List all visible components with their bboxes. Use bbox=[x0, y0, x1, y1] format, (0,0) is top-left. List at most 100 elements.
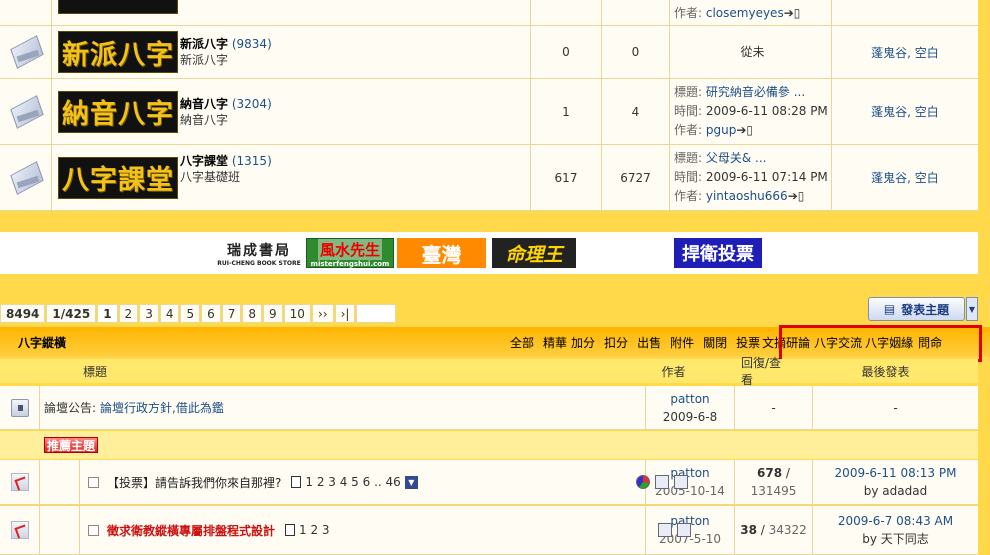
forum-logo[interactable]: 新派八字 bbox=[58, 31, 178, 73]
pager-page-link[interactable]: 10 bbox=[283, 304, 311, 323]
last-post-time[interactable]: 2009-6-11 08:13 PM bbox=[835, 464, 957, 482]
last-post-never: 從未 bbox=[740, 44, 765, 59]
col-title: 標題 bbox=[82, 364, 107, 379]
forum-row: 新派八字 新派八字 (9834) 新派八字 0 0 從未 蓬鬼谷, 空白 bbox=[0, 26, 978, 79]
attachment-icon bbox=[658, 523, 672, 537]
goto-last-icon[interactable]: ➔▯ bbox=[736, 123, 753, 137]
pager-goto-input[interactable] bbox=[356, 304, 397, 323]
poll-icon bbox=[636, 475, 650, 489]
thread-title-link[interactable]: 徵求衛教縱橫專屬排盤程式設計 bbox=[107, 522, 275, 539]
announcement-label: 論壇公告: bbox=[44, 401, 97, 415]
ad-vote[interactable]: 捍衛投票 bbox=[674, 238, 762, 268]
forum-name-link[interactable]: 納音八字 bbox=[180, 97, 228, 111]
thread-icon-cell bbox=[0, 506, 40, 554]
forum-moderators[interactable]: 蓬鬼谷, 空白 bbox=[832, 26, 978, 78]
reply-count: 678 bbox=[757, 466, 783, 480]
pager-last[interactable]: ›| bbox=[334, 304, 356, 323]
last-post-author[interactable]: by 天下同志 bbox=[862, 530, 929, 548]
sticky-label: 推薦主題 bbox=[44, 437, 99, 453]
forum-book-icon bbox=[9, 97, 43, 127]
ad-banner: 瑞成書局 RUI-CHENG BOOK STORE 風水先生 misterfen… bbox=[0, 232, 978, 274]
forum-today-count: (9834) bbox=[231, 37, 272, 51]
rate-icon bbox=[674, 475, 688, 489]
thread-subicon-cell bbox=[40, 506, 80, 554]
thread-checkbox[interactable] bbox=[88, 524, 99, 536]
last-title-link[interactable]: 研究納音必備參 ... bbox=[706, 85, 805, 99]
new-topic-icon: ▤ bbox=[883, 302, 896, 316]
filter-all[interactable]: 全部 bbox=[510, 334, 534, 351]
pager-page-link[interactable]: 4 bbox=[159, 304, 180, 323]
thread-page-links[interactable]: 1 2 3 4 5 6 .. 46 bbox=[305, 475, 400, 489]
filter-sale[interactable]: 出售 bbox=[637, 334, 661, 351]
last-author-link[interactable]: pgup bbox=[706, 123, 736, 137]
ad-taiwan[interactable]: 臺灣 bbox=[397, 238, 486, 268]
forum-title-block: 納音八字 (3204) 納音八字 bbox=[180, 96, 272, 128]
expand-icon[interactable]: ▼ bbox=[404, 475, 418, 489]
forum-main-cell bbox=[52, 0, 531, 25]
announcement-last: - bbox=[893, 400, 898, 415]
last-title-label: 標題: bbox=[674, 85, 703, 99]
announcement-title: 論壇公告: 論壇行政方針,借此為鑑 bbox=[40, 386, 646, 429]
last-author-link[interactable]: yintaoshu666 bbox=[706, 189, 788, 203]
thread-replies: 678 / 131495 bbox=[735, 460, 813, 504]
last-author-link[interactable]: closemyeyes bbox=[706, 6, 784, 20]
forum-logo-text: 納音八字 bbox=[62, 99, 174, 130]
reply-count: 38 bbox=[740, 523, 757, 537]
filter-poll[interactable]: 投票 bbox=[736, 334, 760, 351]
forum-main-cell: 新派八字 新派八字 (9834) 新派八字 bbox=[52, 26, 531, 78]
thread-checkbox[interactable] bbox=[88, 476, 99, 488]
last-title-link[interactable]: 父母关& ... bbox=[706, 151, 767, 165]
forum-name-link[interactable]: 新派八字 bbox=[180, 37, 228, 51]
thread-page-links[interactable]: 1 2 3 bbox=[299, 523, 330, 537]
filter-digest[interactable]: 精華 bbox=[543, 334, 567, 351]
last-time-label: 時間: bbox=[674, 104, 703, 118]
forum-moderators[interactable]: 蓬鬼谷, 空白 bbox=[832, 79, 978, 144]
new-topic-button[interactable]: ▤ 發表主題 bbox=[868, 297, 965, 321]
last-author-label: 作者: bbox=[674, 123, 703, 137]
last-post-time[interactable]: 2009-6-7 08:43 AM bbox=[838, 512, 953, 530]
filter-plus[interactable]: 加分 bbox=[571, 334, 595, 351]
forum-logo[interactable]: 納音八字 bbox=[58, 90, 178, 133]
pager-page-link[interactable]: 6 bbox=[201, 304, 221, 323]
announcement-link[interactable]: 論壇行政方針,借此為鑑 bbox=[100, 399, 224, 416]
forum-topics: 617 bbox=[531, 145, 602, 210]
ad-fengshui-name: 風水先生 bbox=[317, 238, 382, 260]
filter-closed[interactable]: 關閉 bbox=[703, 334, 727, 351]
filter-minus[interactable]: 扣分 bbox=[604, 334, 628, 351]
pager-page-link[interactable]: 2 bbox=[118, 304, 139, 323]
forum-logo[interactable] bbox=[58, 0, 178, 14]
attachment-icon bbox=[655, 475, 669, 489]
goto-last-icon[interactable]: ➔▯ bbox=[788, 189, 805, 203]
ad-vote-text: 捍衛投票 bbox=[682, 244, 754, 265]
forum-row: 八字課堂 八字課堂 (1315) 八字基礎班 617 6727 標題: 父母关&… bbox=[0, 145, 978, 211]
pager-page-link[interactable]: 7 bbox=[221, 304, 242, 323]
ad-fengshui[interactable]: 風水先生 misterfengshui.com bbox=[306, 238, 394, 268]
ad-minglibao[interactable]: 命理王 bbox=[492, 238, 576, 268]
forum-icon-cell bbox=[0, 26, 52, 78]
highlight-box bbox=[779, 325, 982, 362]
forum-posts: 0 bbox=[602, 26, 670, 78]
filter-attachment[interactable]: 附件 bbox=[670, 334, 694, 351]
new-topic-dropdown-icon[interactable]: ▼ bbox=[966, 297, 978, 321]
goto-last-icon[interactable]: ➔▯ bbox=[784, 6, 801, 20]
pager-page-link[interactable]: 3 bbox=[139, 304, 159, 323]
pager-next[interactable]: ›› bbox=[311, 304, 334, 323]
ad-taiwan-text: 臺灣 bbox=[421, 242, 462, 267]
thread-row: 【投票】請告訴我們你來自那裡? 1 2 3 4 5 6 .. 46 ▼ patt… bbox=[0, 460, 978, 505]
thread-subicon-cell bbox=[40, 460, 80, 504]
forum-name-link[interactable]: 八字課堂 bbox=[180, 154, 228, 168]
pager-page-link[interactable]: 9 bbox=[263, 304, 283, 323]
thread-title-link[interactable]: 【投票】請告訴我們你來自那裡? bbox=[107, 474, 281, 491]
forum-last-post: 標題: 父母关& ... 時間: 2009-6-11 07:14 PM 作者: … bbox=[670, 145, 832, 210]
forum-logo-text: 新派八字 bbox=[62, 39, 174, 71]
forum-description: 納音八字 bbox=[180, 112, 229, 127]
last-post-author[interactable]: by adadad bbox=[864, 482, 927, 500]
ad-bookstore[interactable]: 瑞成書局 RUI-CHENG BOOK STORE bbox=[216, 238, 302, 268]
forum-moderators[interactable]: 蓬鬼谷, 空白 bbox=[832, 145, 978, 210]
pager-page-link[interactable]: 5 bbox=[180, 304, 201, 323]
forum-logo[interactable]: 八字課堂 bbox=[58, 156, 178, 199]
pager-page-link[interactable]: 8 bbox=[242, 304, 263, 323]
author-link[interactable]: patton bbox=[670, 390, 709, 408]
forum-icon-cell bbox=[0, 0, 52, 25]
last-time: 2009-6-11 07:14 PM bbox=[705, 170, 828, 184]
